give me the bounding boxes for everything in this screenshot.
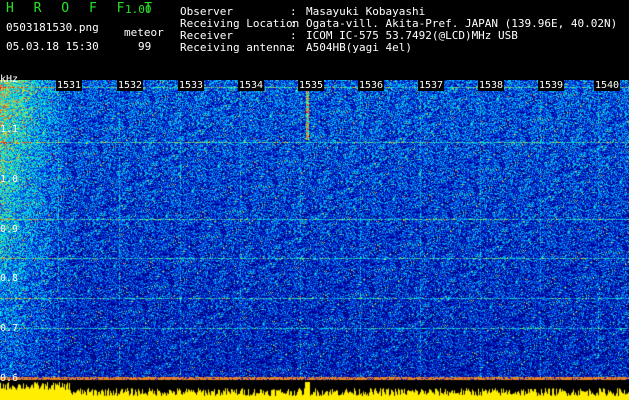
y-tick-label: 0.7 — [0, 323, 19, 334]
capture-datetime: 05.03.18 15:30 — [6, 40, 99, 53]
x-tick-label: 1536 — [358, 80, 385, 91]
y-tick-label: 0.9 — [0, 224, 19, 235]
x-tick-label: 1534 — [238, 80, 265, 91]
header-panel: H R O F F T 1.00 0503181530.png meteor 0… — [0, 0, 629, 80]
mode-label: meteor — [124, 26, 164, 39]
x-tick-label: 1538 — [478, 80, 505, 91]
spectrogram-canvas — [0, 80, 629, 400]
antenna-sep: : — [290, 41, 297, 54]
axis-unit-label: kHz — [0, 74, 19, 85]
x-tick-label: 1531 — [56, 80, 83, 91]
app-version: 1.00 — [125, 3, 152, 16]
meteor-count: 99 — [138, 40, 152, 53]
x-tick-label: 1537 — [418, 80, 445, 91]
x-tick-label: 1535 — [298, 80, 325, 91]
x-tick-label: 1540 — [594, 80, 621, 91]
antenna-value: A504HB(yagi 4el) — [306, 41, 412, 54]
y-tick-label: 0.8 — [0, 273, 19, 284]
x-tick-label: 1539 — [538, 80, 565, 91]
y-tick-label: 1.0 — [0, 174, 19, 185]
y-tick-label: 1.1 — [0, 124, 19, 135]
x-tick-label: 1532 — [117, 80, 144, 91]
antenna-label: Receiving antenna — [180, 41, 293, 54]
file-name: 0503181530.png — [6, 21, 99, 34]
x-tick-label: 1533 — [178, 80, 205, 91]
y-tick-label: 0.6 — [0, 373, 19, 384]
